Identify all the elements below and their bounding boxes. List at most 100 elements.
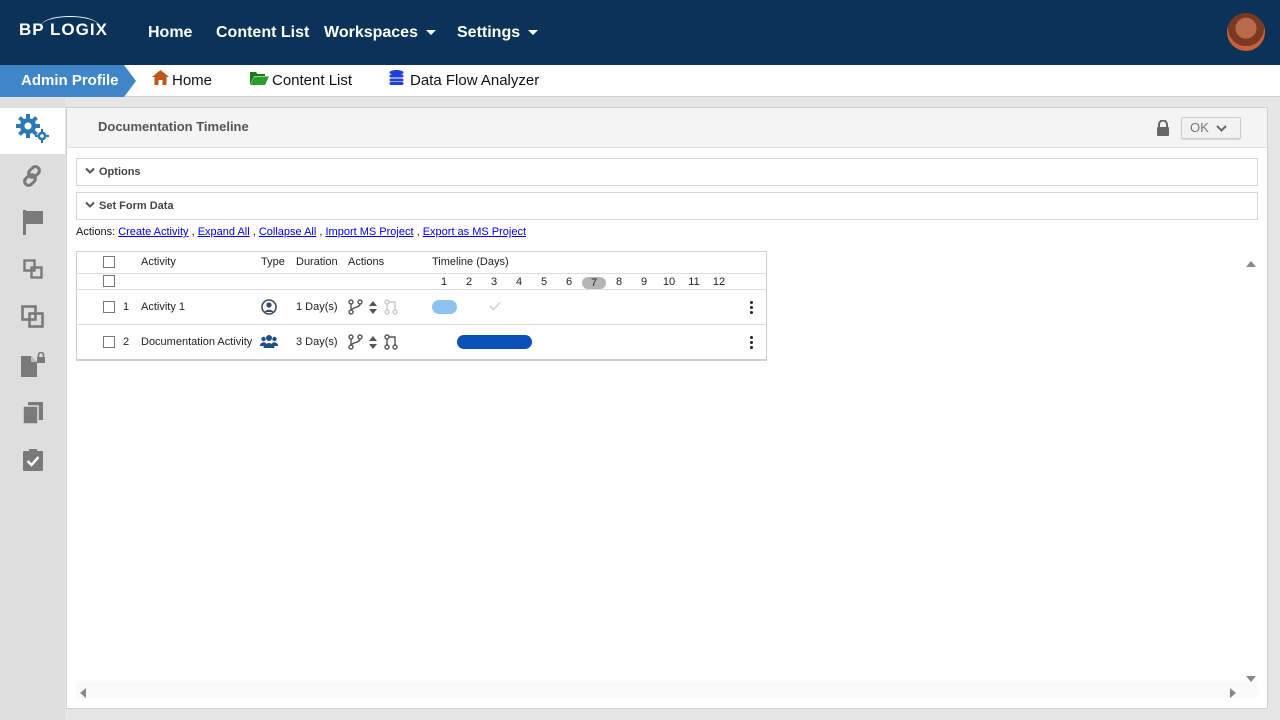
crumb-data-flow-analyzer-label: Data Flow Analyzer [410, 72, 540, 89]
branch-icon[interactable] [348, 299, 363, 318]
dependency-icon[interactable] [384, 299, 398, 318]
sidebar-item-links[interactable] [0, 155, 65, 201]
create-activity-link[interactable]: Create Activity [118, 226, 188, 238]
collapse-all-link[interactable]: Collapse All [259, 226, 316, 238]
day-number: 11 [688, 276, 700, 288]
col-activity[interactable]: Activity [141, 256, 176, 268]
row-number: 2 [123, 336, 130, 348]
options-section-toggle[interactable]: Options [76, 158, 1258, 186]
scroll-left-arrow-icon[interactable] [80, 685, 86, 703]
grid-header-row: Activity Type Duration Actions Timeline … [77, 252, 766, 274]
scroll-right-arrow-icon[interactable] [1230, 685, 1236, 703]
activity-timeline-bar[interactable] [432, 300, 457, 314]
check-icon [489, 301, 501, 314]
export-ms-project-link[interactable]: Export as MS Project [423, 226, 526, 238]
sidebar-item-documents[interactable] [0, 392, 65, 438]
day-number: 5 [540, 276, 548, 288]
row-menu-icon[interactable] [750, 336, 754, 351]
chevron-down-icon [85, 167, 95, 174]
select-all-days-checkbox[interactable] [103, 275, 115, 287]
admin-profile-crumb[interactable]: Admin Profile [0, 65, 136, 97]
col-actions[interactable]: Actions [348, 256, 384, 268]
left-sidebar [0, 98, 65, 720]
col-type[interactable]: Type [261, 256, 285, 268]
sidebar-item-flags[interactable] [0, 201, 65, 247]
chevron-down-icon [85, 201, 95, 208]
options-section-label: Options [99, 166, 141, 178]
row-checkbox[interactable] [103, 301, 115, 313]
nav-home[interactable]: Home [148, 24, 192, 42]
sidebar-item-checklist[interactable] [0, 439, 65, 485]
chevron-down-icon [1216, 125, 1227, 132]
set-form-data-section-label: Set Form Data [99, 200, 174, 212]
row-menu-icon[interactable] [750, 301, 754, 316]
scroll-down-arrow-icon[interactable] [1246, 669, 1256, 687]
bplogix-logo[interactable]: BP LOGIX [19, 16, 108, 40]
top-navbar: BP LOGIX Home Content List Workspaces Se… [0, 0, 1280, 65]
horizontal-scrollbar[interactable] [76, 682, 1258, 698]
table-row[interactable]: 2 Documentation Activity 3 Day(s) [77, 325, 766, 360]
sidebar-item-settings[interactable] [0, 108, 65, 154]
flag-icon [22, 209, 44, 240]
sort-icon[interactable] [368, 300, 378, 318]
nav-content-list-label: Content List [216, 24, 310, 41]
house-icon [152, 65, 169, 97]
dependency-icon[interactable] [384, 334, 398, 353]
timeline-grid: Activity Type Duration Actions Timeline … [76, 251, 767, 361]
user-circle-icon [261, 299, 277, 318]
day-number: 2 [465, 276, 473, 288]
set-form-data-section-toggle[interactable]: Set Form Data [76, 192, 1258, 220]
sort-icon[interactable] [368, 335, 378, 353]
link-icon [22, 164, 44, 192]
crumb-home-label: Home [172, 72, 213, 89]
crumb-content-list[interactable]: Content List [250, 65, 352, 97]
nav-settings[interactable]: Settings [457, 24, 539, 42]
actions-prefix: Actions: [76, 226, 116, 238]
crumb-data-flow-analyzer[interactable]: Data Flow Analyzer [389, 65, 539, 97]
nav-workspaces[interactable]: Workspaces [324, 24, 436, 42]
scroll-up-arrow-icon[interactable] [1246, 254, 1256, 272]
duration-value: 3 Day(s) [296, 336, 338, 348]
table-row[interactable]: 1 Activity 1 1 Day(s) [77, 290, 766, 325]
user-avatar[interactable] [1227, 13, 1265, 51]
admin-profile-label: Admin Profile [21, 72, 119, 89]
duration-value: 1 Day(s) [296, 301, 338, 313]
users-group-icon [259, 334, 279, 352]
branch-icon[interactable] [348, 334, 363, 353]
breadcrumb-bar: Admin Profile Home Content List Data Flo… [0, 65, 1280, 97]
ok-button[interactable]: OK [1181, 117, 1241, 139]
folder-open-icon [250, 65, 269, 97]
sidebar-item-locked-document[interactable] [0, 344, 65, 390]
database-icon [389, 65, 404, 97]
activity-name[interactable]: Documentation Activity [141, 336, 252, 348]
day-number: 4 [515, 276, 523, 288]
activity-name[interactable]: Activity 1 [141, 301, 185, 313]
row-number: 1 [123, 301, 130, 313]
day-number: 12 [712, 276, 726, 288]
sidebar-item-copy[interactable] [0, 248, 65, 294]
chevron-down-icon [425, 30, 436, 36]
panel-header: Documentation Timeline OK [67, 108, 1267, 148]
col-timeline[interactable]: Timeline (Days) [432, 256, 509, 268]
copy-icon [22, 258, 43, 284]
import-ms-project-link[interactable]: Import MS Project [326, 226, 414, 238]
documents-icon [21, 401, 44, 430]
day-number: 10 [662, 276, 676, 288]
day-number: 1 [440, 276, 448, 288]
select-all-checkbox[interactable] [103, 256, 115, 268]
activity-timeline-bar[interactable] [457, 335, 532, 349]
chevron-down-icon [528, 30, 539, 36]
nav-content-list[interactable]: Content List [216, 24, 309, 42]
row-checkbox[interactable] [103, 336, 115, 348]
nav-workspaces-label: Workspaces [324, 24, 418, 41]
day-number: 9 [640, 276, 648, 288]
day-number: 3 [490, 276, 498, 288]
lock-icon[interactable] [1156, 119, 1170, 141]
sidebar-item-duplicate[interactable] [0, 296, 65, 342]
nav-home-label: Home [148, 24, 193, 41]
document-lock-icon [20, 351, 46, 383]
crumb-home[interactable]: Home [152, 65, 212, 97]
expand-all-link[interactable]: Expand All [198, 226, 250, 238]
gears-icon [15, 113, 50, 149]
col-duration[interactable]: Duration [296, 256, 338, 268]
